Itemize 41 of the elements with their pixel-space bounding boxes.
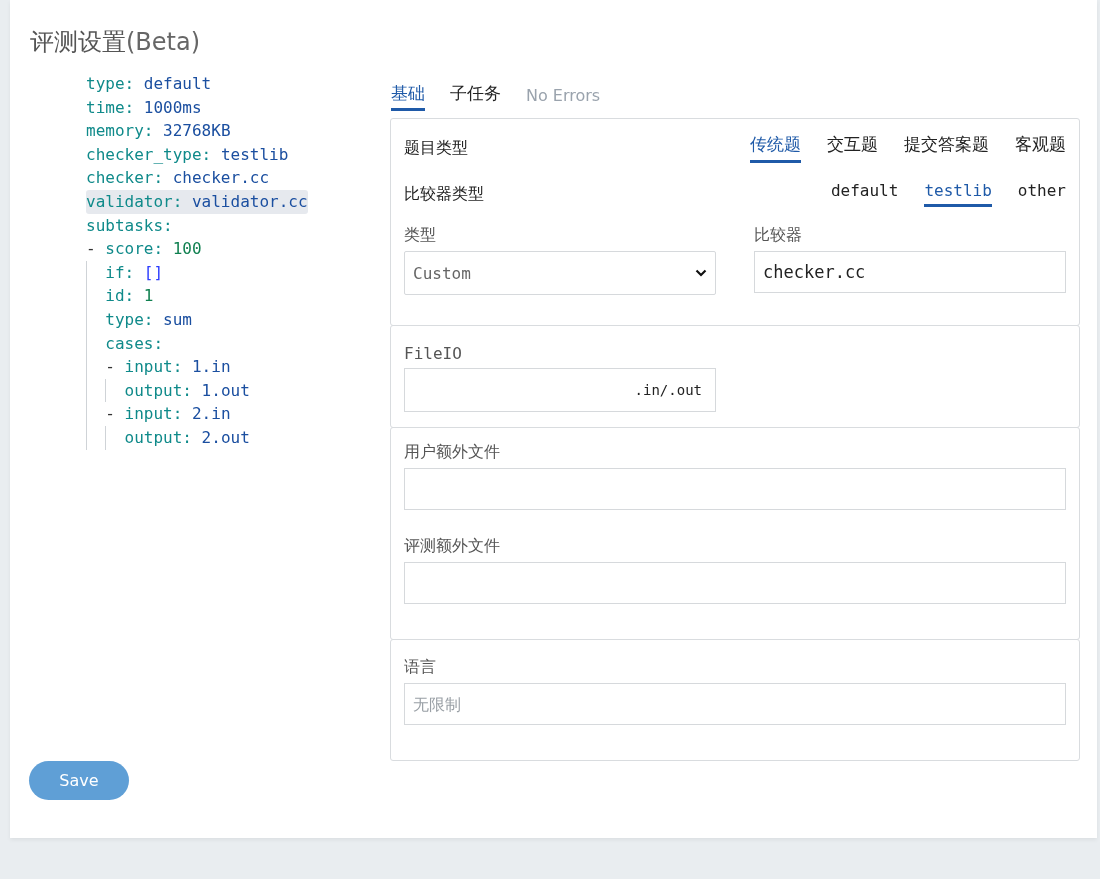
field-label: 评测额外文件 [404, 536, 501, 557]
code-line: checker: checker.cc [86, 167, 270, 190]
code-line: - score: 100 [86, 238, 202, 261]
problem-type-tab[interactable]: 客观题 [1015, 133, 1066, 163]
problem-type-tab[interactable]: 提交答案题 [904, 133, 989, 163]
code-line: if: [] [105, 261, 164, 284]
problem-type-tab[interactable]: 传统题 [750, 133, 801, 163]
fileio-input[interactable]: .in/.out [404, 368, 716, 412]
code-line: checker_type: testlib [86, 143, 289, 166]
tab[interactable]: 子任务 [450, 82, 501, 111]
field-label: 用户额外文件 [404, 442, 501, 463]
code-line: time: 1000ms [86, 96, 202, 119]
checker-type-tab[interactable]: testlib [924, 181, 992, 207]
code-line: id: 1 [105, 285, 154, 308]
field-label: 题目类型 [404, 137, 468, 159]
status-text: No Errors [526, 86, 601, 107]
code-line: output: 1.out [124, 379, 250, 402]
field-label: 语言 [404, 657, 437, 678]
field-label: 比较器类型 [404, 183, 484, 205]
page-title: 评测设置(Beta) [30, 27, 202, 58]
checker-input[interactable]: checker.cc [754, 251, 1066, 293]
code-line: type: sum [105, 308, 192, 331]
code-line: - input: 1.in [105, 356, 231, 379]
code-line: subtasks: [86, 214, 173, 237]
code-line: memory: 32768KB [86, 120, 231, 143]
checker-type-tab[interactable]: default [830, 181, 899, 207]
code-line: type: default [86, 73, 212, 95]
tab[interactable]: 基础 [391, 82, 425, 111]
field-label: FileIO [404, 344, 463, 363]
chevron-down-icon [695, 269, 707, 277]
code-line: output: 2.out [124, 426, 250, 449]
field-label: 比较器 [754, 225, 803, 246]
type-dropdown[interactable]: Custom [404, 251, 716, 295]
field-label: 类型 [404, 225, 437, 246]
code-line: cases: [105, 332, 164, 355]
checker-type-tab[interactable]: other [1017, 181, 1066, 207]
language-input[interactable]: 无限制 [404, 683, 1066, 725]
code-line: - input: 2.in [105, 403, 231, 426]
file-input[interactable] [404, 468, 1066, 510]
file-input[interactable] [404, 562, 1066, 604]
problem-type-tab[interactable]: 交互题 [827, 133, 878, 163]
